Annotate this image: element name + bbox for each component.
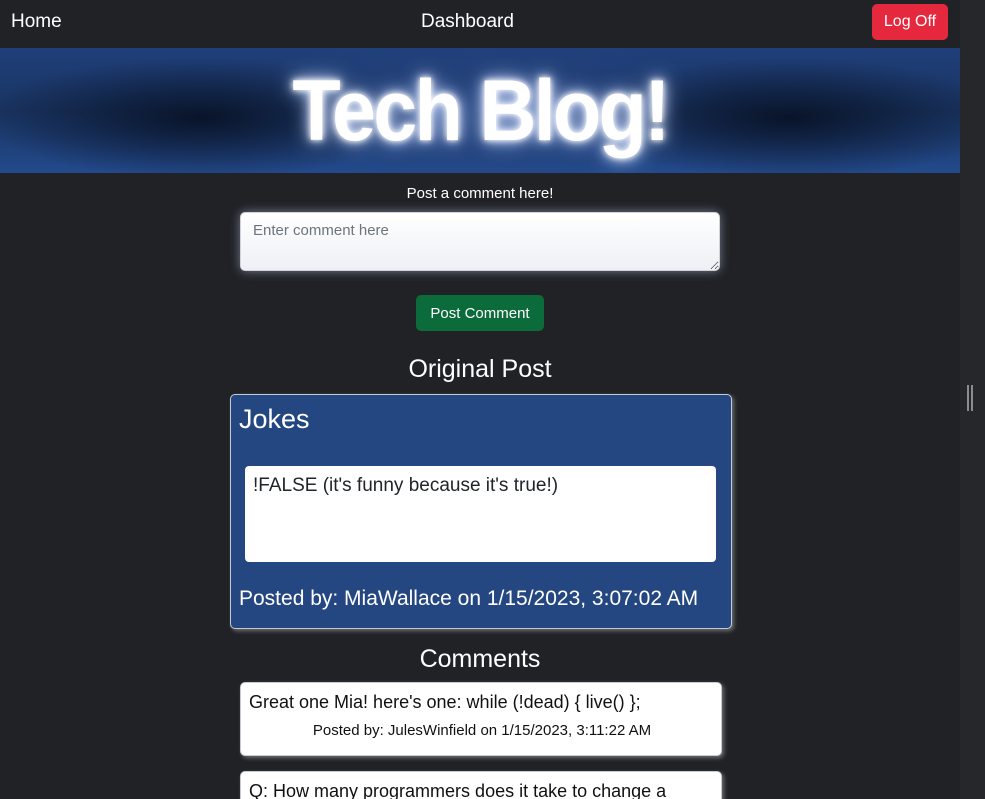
nav-home-link[interactable]: Home <box>11 11 62 33</box>
blog-title: Tech Blog! <box>292 63 670 159</box>
comment-text: Great one Mia! here's one: while (!dead)… <box>249 692 641 712</box>
post-body: !FALSE (it's funny because it's true!) <box>245 466 716 562</box>
comment-input[interactable] <box>240 212 720 271</box>
comment-card: Great one Mia! here's one: while (!dead)… <box>240 682 722 756</box>
post-meta: Posted by: MiaWallace on 1/15/2023, 3:07… <box>239 587 699 610</box>
post-comment-button[interactable]: Post Comment <box>416 295 544 331</box>
page: Home Dashboard Log Off Tech Blog! Post a… <box>0 0 985 799</box>
comment-text: Q: How many programmers does it take to … <box>249 781 667 799</box>
original-post-heading: Original Post <box>408 355 552 383</box>
comments-heading: Comments <box>419 645 541 673</box>
nav-dashboard-link[interactable]: Dashboard <box>421 11 514 33</box>
comment-card: Q: How many programmers does it take to … <box>240 771 722 799</box>
post-title: Jokes <box>239 404 310 434</box>
blog-banner: Tech Blog! <box>0 48 960 173</box>
comment-meta: Posted by: JulesWinfield on 1/15/2023, 3… <box>312 722 652 739</box>
log-off-button[interactable]: Log Off <box>872 4 948 40</box>
resize-handle[interactable] <box>967 385 973 411</box>
top-navbar: Home Dashboard Log Off <box>0 0 948 48</box>
comment-prompt-label: Post a comment here! <box>406 185 554 202</box>
original-post-card: Jokes !FALSE (it's funny because it's tr… <box>230 394 732 629</box>
